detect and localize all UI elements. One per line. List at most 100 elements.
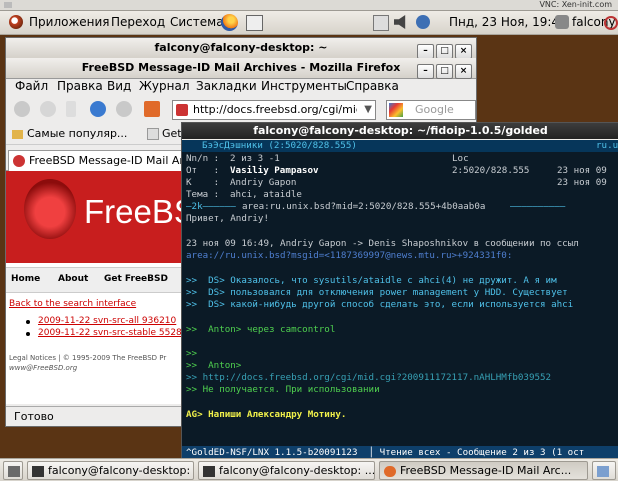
menu-history[interactable]: Журнал xyxy=(139,79,190,93)
distro-logo-icon[interactable] xyxy=(9,15,23,29)
quote-line: >> DS> какой-нибудь другой способ сделат… xyxy=(186,299,574,310)
bookmark-page-icon xyxy=(147,128,159,140)
firefox-titlebar[interactable]: FreeBSD Message-ID Mail Archives - Mozil… xyxy=(6,58,476,79)
ff-close-icon[interactable]: × xyxy=(455,64,472,79)
vnc-header: VNC: Xen-init.com xyxy=(0,0,618,11)
desktop-icon xyxy=(8,465,20,477)
bookmark-label: Самые популяр... xyxy=(27,127,128,140)
msg-number-label: Nn/n : xyxy=(186,153,220,164)
menu-system[interactable]: Система xyxy=(170,15,224,29)
to-label: К : xyxy=(186,177,220,188)
menu-tools[interactable]: Инструменты xyxy=(261,79,347,93)
bookmark-get-started[interactable]: Get xyxy=(147,127,182,140)
taskbar-item-firefox[interactable]: FreeBSD Message-ID Mail Arc... xyxy=(379,461,588,480)
nav-home[interactable]: Home xyxy=(11,274,40,284)
quote-line: >> xyxy=(186,348,198,359)
message-link[interactable]: 2009-11-22 svn-src-all 936210 xyxy=(38,316,176,326)
terminal-window: falcony@falcony-desktop: ~/fidoip-1.0.5/… xyxy=(181,122,618,462)
vnc-grip-icon[interactable] xyxy=(4,2,12,8)
google-icon[interactable] xyxy=(389,103,403,117)
close-icon[interactable]: × xyxy=(455,44,472,59)
workspace-icon xyxy=(597,465,609,477)
from-value: Vasiliy Pampasov xyxy=(230,165,319,176)
network-icon[interactable] xyxy=(246,15,263,31)
clock[interactable]: Пнд, 23 Ноя, 19:43 xyxy=(449,15,567,29)
task-label: FreeBSD Message-ID Mail Arc... xyxy=(400,464,572,477)
taskbar-item-terminal-1[interactable]: falcony@falcony-desktop: ~ xyxy=(27,461,194,480)
from-date: 23 ноя 09 xyxy=(557,165,607,176)
status-text: Готово xyxy=(14,410,54,423)
forward-icon[interactable] xyxy=(40,101,56,117)
ff-minimize-icon[interactable]: – xyxy=(417,64,434,79)
mail-icon[interactable] xyxy=(373,15,389,31)
taskbar-item-terminal-2[interactable]: falcony@falcony-desktop: ... xyxy=(198,461,375,480)
area-header: БэЭсДэшники (2:5020/828.555) xyxy=(202,140,357,151)
contact-email[interactable]: www@FreeBSD.org xyxy=(9,364,77,372)
subject-value: ahci, ataidle xyxy=(230,189,302,200)
terminal-title: falcony@falcony-desktop: ~/fidoip-1.0.5/… xyxy=(253,124,548,137)
quote-line: >> Anton> через camcontrol xyxy=(186,324,336,335)
nav-about[interactable]: About xyxy=(58,274,88,284)
freebsd-daemon-logo-icon[interactable] xyxy=(24,179,76,239)
search-box[interactable]: Google xyxy=(386,100,476,120)
terminal-titlebar[interactable]: falcony@falcony-desktop: ~/fidoip-1.0.5/… xyxy=(182,123,618,139)
nav-get-freebsd[interactable]: Get FreeBSD xyxy=(104,274,168,284)
subject-label: Тема : xyxy=(186,189,220,200)
url-text: http://docs.freebsd.org/cgi/mid xyxy=(193,103,357,116)
quote-line: >> DS> Оказалось, что sysutils/ataidle с… xyxy=(186,275,557,286)
shutdown-icon[interactable] xyxy=(604,16,618,30)
minimize-icon[interactable]: – xyxy=(417,44,434,59)
show-desktop-button[interactable] xyxy=(3,461,23,480)
stop-icon[interactable] xyxy=(116,101,132,117)
menu-edit[interactable]: Правка xyxy=(57,79,103,93)
menu-places[interactable]: Переход xyxy=(111,15,165,29)
menu-bookmarks[interactable]: Закладки xyxy=(196,79,257,93)
firefox-menubar: Файл Правка Вид Журнал Закладки Инструме… xyxy=(6,78,476,96)
volume-icon[interactable] xyxy=(394,15,406,29)
greeting: Привет, Andriy! xyxy=(186,213,269,224)
terminal-icon xyxy=(203,465,215,477)
list-bullet xyxy=(26,332,30,336)
tab-label: FreeBSD Message-ID Mail Archiv xyxy=(29,154,207,167)
to-value: Andriy Gapon xyxy=(230,177,297,188)
separator-right: —————————— xyxy=(510,201,566,212)
search-placeholder: Google xyxy=(415,103,454,116)
workspace-switcher[interactable] xyxy=(592,461,616,480)
bookmark-label: Get xyxy=(162,127,182,140)
menu-help[interactable]: Справка xyxy=(346,79,399,93)
firefox-title: FreeBSD Message-ID Mail Archives - Mozil… xyxy=(81,61,401,74)
menu-applications[interactable]: Приложения xyxy=(29,15,110,29)
user-icon xyxy=(555,15,569,29)
golded-screen[interactable]: БэЭсДэшники (2:5020/828.555) ru.u Nn/n :… xyxy=(182,140,618,461)
quote-intro: 23 ноя 09 16:49, Andriy Gapon -> Denis S… xyxy=(186,238,579,249)
outer-window-titlebar[interactable]: falcony@falcony-desktop: ~ – □ × xyxy=(6,38,476,59)
menu-file[interactable]: Файл xyxy=(15,79,48,93)
legal-notice[interactable]: Legal Notices | © 1995-2009 The FreeBSD … xyxy=(9,354,166,362)
home-icon[interactable] xyxy=(144,101,160,117)
quote-link-line[interactable]: >> http://docs.freebsd.org/cgi/mid.cgi?2… xyxy=(186,372,551,384)
vnc-label: VNC: Xen-init.com xyxy=(539,0,612,9)
reload-icon[interactable] xyxy=(90,101,106,117)
url-bar[interactable]: http://docs.freebsd.org/cgi/mid ▼ xyxy=(172,100,376,120)
power-icon[interactable] xyxy=(416,15,430,29)
to-date: 23 ноя 09 xyxy=(557,177,607,188)
firefox-launcher-icon[interactable] xyxy=(221,14,238,31)
url-dropdown-icon[interactable]: ▼ xyxy=(364,101,372,119)
terminal-icon xyxy=(32,465,44,477)
message-link[interactable]: 2009-11-22 svn-src-stable 55287 xyxy=(38,328,188,338)
site-favicon-icon xyxy=(176,104,188,116)
ff-maximize-icon[interactable]: □ xyxy=(436,64,453,79)
task-label: falcony@falcony-desktop: ~ xyxy=(48,464,194,477)
history-dropdown-icon[interactable] xyxy=(66,101,76,117)
bookmark-folder-icon xyxy=(12,129,23,139)
menu-view[interactable]: Вид xyxy=(107,79,131,93)
back-to-search-link[interactable]: Back to the search interface xyxy=(9,299,136,309)
freebsd-favicon-icon xyxy=(13,155,25,167)
maximize-icon[interactable]: □ xyxy=(436,44,453,59)
bookmark-most-visited[interactable]: Самые популяр... xyxy=(12,127,127,140)
back-icon[interactable] xyxy=(14,101,30,117)
loc-label: Loc xyxy=(452,153,469,164)
area-reference: area:ru.unix.bsd?mid=2:5020/828.555+4b0a… xyxy=(242,201,486,212)
quote-origin-link[interactable]: area://ru.unix.bsd?msgid=<1187369997@new… xyxy=(186,250,512,262)
separator-left: —2k—————— xyxy=(186,201,236,212)
